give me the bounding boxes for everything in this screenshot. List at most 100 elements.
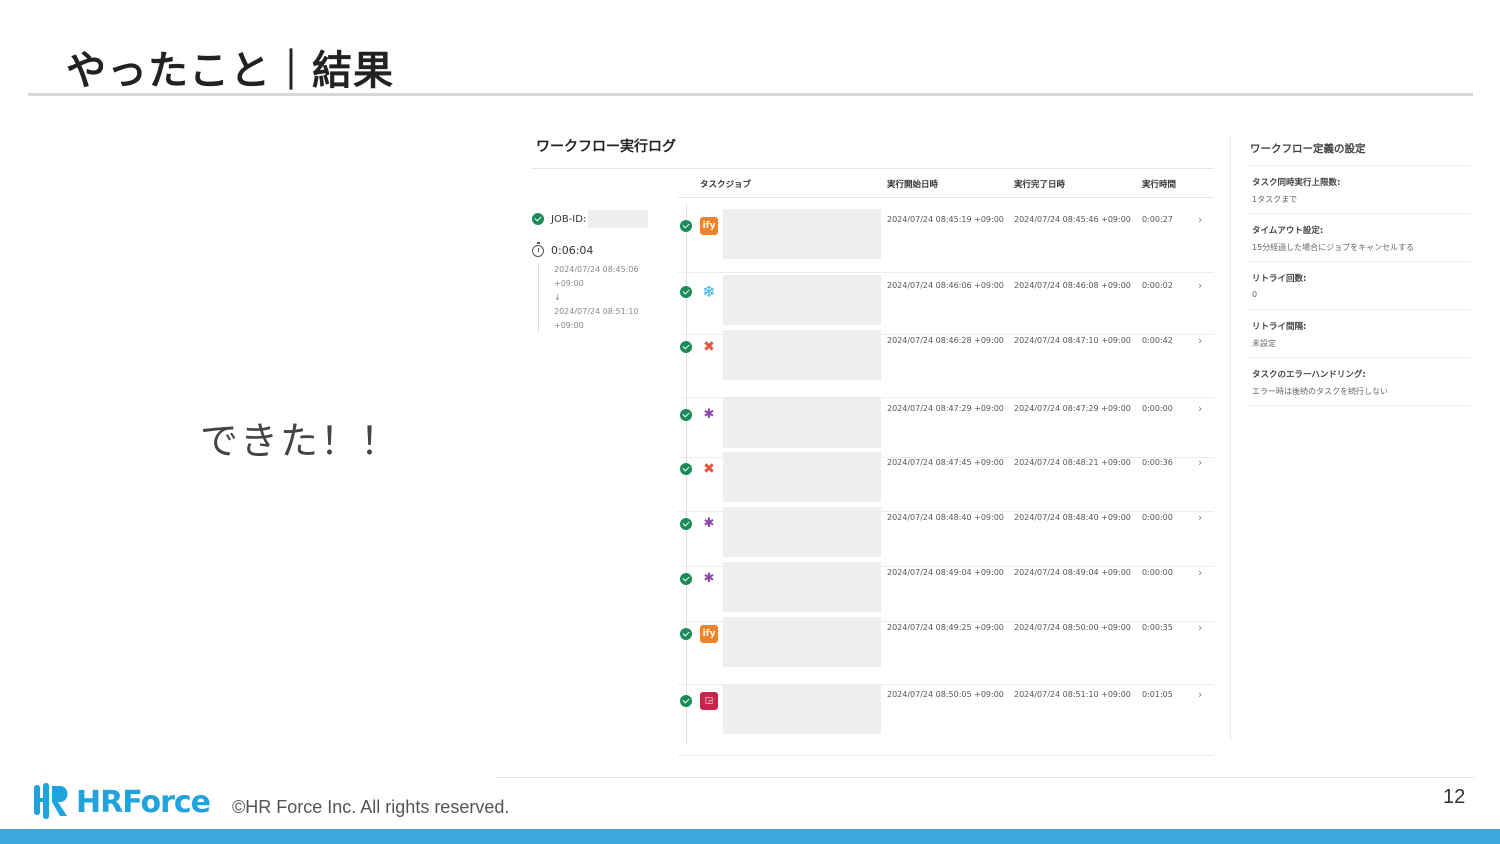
copyright-text: ©HR Force Inc. All rights reserved. [232, 797, 510, 817]
footer-divider [495, 777, 1475, 778]
snowflake-icon: ❄ [702, 282, 716, 301]
success-check-icon [680, 518, 692, 530]
red-app-icon: ◲ [700, 692, 718, 710]
setting-label: リトライ間隔: [1252, 322, 1307, 332]
row-end-time: 2024/07/24 08:46:08 +09:00 [1014, 281, 1131, 290]
table-row[interactable]: ify 2024/07/24 08:49:25 +09:00 2024/07/24 … [678, 617, 1214, 685]
x-app-icon: ✖ [703, 461, 715, 477]
table-row[interactable]: ✱ 2024/07/24 08:47:29 +09:00 2024/07/24 08… [678, 398, 1214, 458]
slack-icon: ✱ [703, 407, 715, 422]
setting-item: リトライ回数: 0 [1248, 262, 1470, 310]
setting-label: タスク同時実行上限数: [1252, 178, 1341, 188]
hrforce-logo-mark-icon [34, 783, 68, 819]
row-duration: 0:00:00 [1142, 404, 1173, 413]
setting-item: タスクのエラーハンドリング: エラー時は後続のタスクを続行しない [1248, 358, 1470, 406]
row-end-time: 2024/07/24 08:51:10 +09:00 [1014, 690, 1131, 699]
chevron-right-icon[interactable]: › [1198, 456, 1202, 469]
success-check-icon [680, 409, 692, 421]
setting-value: 0 [1252, 290, 1258, 299]
chevron-right-icon[interactable]: › [1198, 566, 1202, 579]
chevron-right-icon[interactable]: › [1198, 511, 1202, 524]
success-check-icon [532, 213, 544, 225]
task-name-redacted [723, 617, 881, 667]
row-start-time: 2024/07/24 08:48:40 +09:00 [887, 513, 1004, 522]
task-name-redacted [723, 562, 881, 612]
end-timezone: +09:00 [554, 321, 584, 330]
total-duration: 0:06:04 [551, 244, 594, 257]
success-check-icon [680, 695, 692, 707]
table-row[interactable]: ✱ 2024/07/24 08:49:04 +09:00 2024/07/24 08… [678, 562, 1214, 622]
row-start-time: 2024/07/24 08:45:19 +09:00 [887, 215, 1004, 224]
stopwatch-icon [532, 241, 544, 257]
setting-value: 15分経過した場合にジョブをキャンセルする [1252, 243, 1415, 252]
logo-text: HRForce [76, 784, 211, 820]
end-datetime: 2024/07/24 08:51:10 [554, 307, 639, 316]
row-duration: 0:00:02 [1142, 281, 1173, 290]
x-app-icon: ✖ [703, 339, 715, 355]
setting-label: リトライ回数: [1252, 274, 1307, 284]
success-check-icon [680, 573, 692, 585]
column-header-task: タスクジョブ [700, 180, 752, 190]
row-end-time: 2024/07/24 08:49:04 +09:00 [1014, 568, 1131, 577]
row-end-time: 2024/07/24 08:47:10 +09:00 [1014, 336, 1131, 345]
setting-item: タイムアウト設定: 15分経過した場合にジョブをキャンセルする [1248, 214, 1470, 262]
row-end-time: 2024/07/24 08:48:21 +09:00 [1014, 458, 1131, 467]
row-start-time: 2024/07/24 08:49:04 +09:00 [887, 568, 1004, 577]
settings-divider [1230, 136, 1231, 741]
row-end-time: 2024/07/24 08:47:29 +09:00 [1014, 404, 1131, 413]
orange-app-icon: ify [700, 625, 718, 643]
chevron-right-icon[interactable]: › [1198, 621, 1202, 634]
setting-label: タスクのエラーハンドリング: [1252, 370, 1366, 380]
task-name-redacted [723, 452, 881, 502]
workflow-settings: ワークフロー定義の設定 タスク同時実行上限数: 1タスクまで タイムアウト設定: 15… [1248, 138, 1470, 406]
setting-value: 未設定 [1252, 339, 1276, 348]
job-summary: JOB-ID: 0:06:04 2024/07/24 08:45:06 +09:… [532, 210, 662, 333]
table-row[interactable]: ✖ 2024/07/24 08:47:45 +09:00 2024/07/24 08… [678, 452, 1214, 512]
job-id-redacted [588, 210, 649, 228]
task-name-redacted [723, 330, 881, 380]
slack-icon: ✱ [703, 516, 715, 531]
job-id-row: JOB-ID: [532, 210, 662, 228]
row-end-time: 2024/07/24 08:45:46 +09:00 [1014, 215, 1131, 224]
row-duration: 0:01:05 [1142, 690, 1173, 699]
chevron-right-icon[interactable]: › [1198, 334, 1202, 347]
chevron-right-icon[interactable]: › [1198, 279, 1202, 292]
table-row[interactable]: ◲ 2024/07/24 08:50:05 +09:00 2024/07/24 08… [678, 684, 1214, 756]
row-start-time: 2024/07/24 08:47:45 +09:00 [887, 458, 1004, 467]
table-row[interactable]: ify 2024/07/24 08:45:19 +09:00 2024/07/24 … [678, 209, 1214, 273]
success-check-icon [680, 220, 692, 232]
chevron-right-icon[interactable]: › [1198, 402, 1202, 415]
row-duration: 0:00:42 [1142, 336, 1173, 345]
row-duration: 0:00:36 [1142, 458, 1173, 467]
start-timezone: +09:00 [554, 279, 584, 288]
table-row[interactable]: ✱ 2024/07/24 08:48:40 +09:00 2024/07/24 08… [678, 507, 1214, 567]
row-end-time: 2024/07/24 08:50:00 +09:00 [1014, 623, 1131, 632]
chevron-right-icon[interactable]: › [1198, 213, 1202, 226]
row-start-time: 2024/07/24 08:49:25 +09:00 [887, 623, 1004, 632]
row-start-time: 2024/07/24 08:50:05 +09:00 [887, 690, 1004, 699]
chevron-right-icon[interactable]: › [1198, 688, 1202, 701]
hrforce-logo: HRForce [30, 782, 211, 822]
column-header-start: 実行開始日時 [887, 180, 939, 190]
success-check-icon [680, 341, 692, 353]
orange-app-icon: ify [700, 217, 718, 235]
table-row[interactable]: ❄ 2024/07/24 08:46:06 +09:00 2024/07/24 08… [678, 275, 1214, 335]
result-message: できた！！ [200, 419, 401, 463]
row-end-time: 2024/07/24 08:48:40 +09:00 [1014, 513, 1131, 522]
column-header-time: 実行時間 [1142, 180, 1177, 190]
title-divider [28, 93, 1473, 96]
table-row[interactable]: ✖ 2024/07/24 08:46:28 +09:00 2024/07/24 08… [678, 330, 1214, 398]
column-header-end: 実行完了日時 [1014, 180, 1066, 190]
success-check-icon [680, 463, 692, 475]
job-id-label: JOB-ID: [551, 213, 587, 225]
row-start-time: 2024/07/24 08:46:28 +09:00 [887, 336, 1004, 345]
success-check-icon [680, 286, 692, 298]
row-duration: 0:00:00 [1142, 513, 1173, 522]
duration-row: 0:06:04 [532, 241, 662, 257]
page-number: 12 [1443, 786, 1466, 808]
workflow-log-screenshot: ワークフロー実行ログ JOB-ID: 0:06:04 2024/07/24 08… [530, 126, 1475, 756]
start-datetime: 2024/07/24 08:45:06 [554, 265, 639, 274]
row-start-time: 2024/07/24 08:46:06 +09:00 [887, 281, 1004, 290]
settings-title: ワークフロー定義の設定 [1248, 138, 1470, 166]
slide-title: やったこと｜結果 [66, 48, 394, 94]
